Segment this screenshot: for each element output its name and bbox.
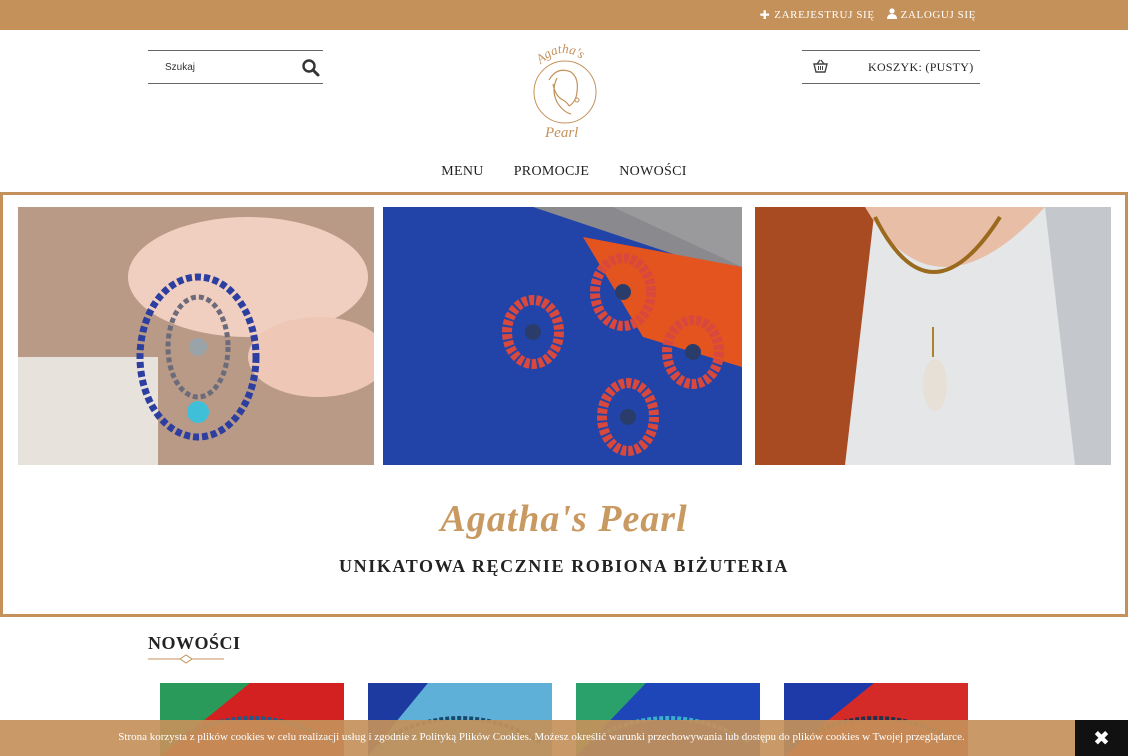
register-label: ZAREJESTRUJ SIĘ [774,9,875,21]
plus-icon: ✚ [759,8,771,22]
search-box [148,50,323,84]
login-link[interactable]: ZALOGUJ SIĘ [886,8,976,22]
basket-icon [813,59,828,74]
nav-item-nowosci[interactable]: NOWOŚCI [619,164,686,180]
top-bar: ✚ ZAREJESTRUJ SIĘ ZALOGUJ SIĘ [0,0,1128,30]
brand-title: Agatha's Pearl [440,498,688,540]
section-title-nowosci: NOWOŚCI [148,633,241,653]
banner-photo-red-earrings[interactable] [383,207,742,465]
nav-item-promocje[interactable]: PROMOCJE [514,164,590,180]
cookie-bar: Strona korzysta z plików cookies w celu … [0,720,1128,756]
banner-photo-necklace[interactable] [755,207,1111,465]
ornament-divider-icon [148,654,224,664]
register-link[interactable]: ✚ ZAREJESTRUJ SIĘ [760,8,875,22]
brand-tagline: UNIKATOWA RĘCZNIE ROBIONA BIŻUTERIA [339,556,789,576]
close-icon[interactable]: ✖ [1075,720,1128,756]
nav-item-menu[interactable]: MENU [441,164,483,180]
login-label: ZALOGUJ SIĘ [900,9,976,21]
account-links: ✚ ZAREJESTRUJ SIĘ ZALOGUJ SIĘ [760,0,976,30]
cart-label: KOSZYK: (PUSTY) [868,60,974,74]
user-icon [886,8,897,22]
search-input[interactable] [148,61,288,73]
hero-banner: Agatha's Pearl UNIKATOWA RĘCZNIE ROBIONA… [0,192,1128,617]
cookie-message: Strona korzysta z plików cookies w celu … [118,731,965,743]
banner-photo-earring-hand[interactable] [18,207,374,465]
site-logo[interactable]: Agatha's Pearl [527,40,601,144]
main-nav: MENU PROMOCJE NOWOŚCI [0,164,1128,180]
svg-text:Pearl: Pearl [544,125,578,141]
search-icon[interactable] [301,58,321,78]
svg-text:Agatha's: Agatha's [532,41,588,67]
cart-button[interactable]: KOSZYK: (PUSTY) [802,50,980,84]
